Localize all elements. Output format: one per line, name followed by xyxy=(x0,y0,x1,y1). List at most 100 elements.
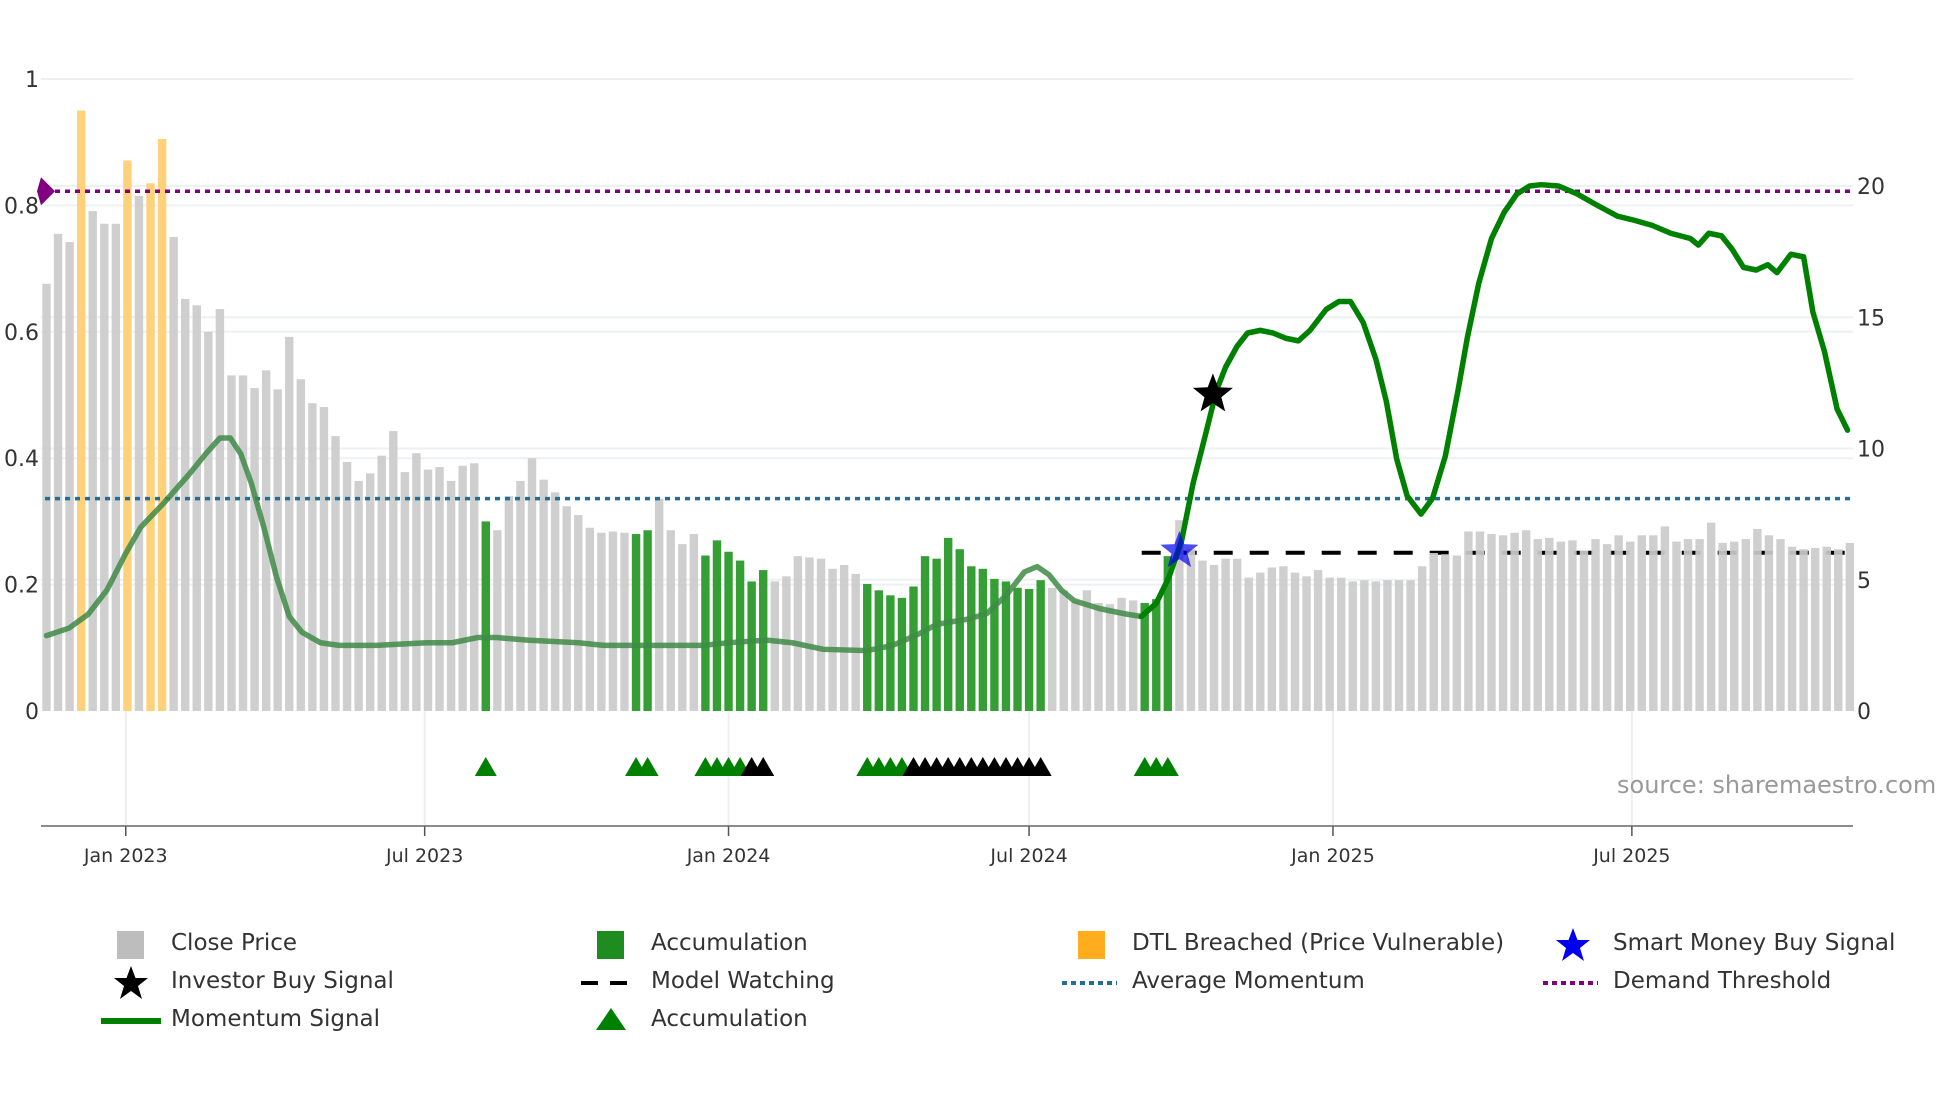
x-tick-label: Jul 2025 xyxy=(1592,845,1670,867)
close-price-bar xyxy=(458,465,467,711)
close-price-bar xyxy=(53,233,63,711)
close-price-bar xyxy=(1186,549,1196,711)
close-price-bar xyxy=(273,389,282,711)
close-price-bar xyxy=(1741,539,1751,711)
accumulation-bar xyxy=(886,595,895,711)
close-price-bar xyxy=(319,407,329,711)
close-price-bar xyxy=(851,573,860,711)
close-price-bar xyxy=(1232,558,1242,711)
dtl-breached-bar xyxy=(146,183,155,711)
close-price-bar xyxy=(192,305,201,711)
close-price-bar xyxy=(1452,555,1462,711)
x-tick-label: Jan 2025 xyxy=(1290,845,1375,867)
dtl-breached-bar xyxy=(123,160,132,711)
accumulation-bar xyxy=(897,597,907,711)
accumulation-bar xyxy=(631,534,641,711)
close-price-bar xyxy=(435,467,444,711)
close-price-bar xyxy=(1071,600,1080,711)
close-price-bar xyxy=(1776,539,1785,711)
close-price-bar xyxy=(1094,602,1103,711)
close-price-bar xyxy=(527,458,537,711)
close-price-bar xyxy=(285,336,294,711)
accumulation-bar xyxy=(990,578,999,711)
close-price-bar xyxy=(331,436,340,711)
x-tick-label: Jul 2023 xyxy=(385,845,463,867)
close-price-bar xyxy=(1706,522,1716,711)
close-price-bar xyxy=(1556,541,1566,711)
close-price-bar xyxy=(816,558,826,711)
right-axis-tick-label: 20 xyxy=(1857,175,1885,200)
demand-threshold-marker xyxy=(37,177,55,206)
close-price-bar xyxy=(1498,535,1508,711)
close-price-bar xyxy=(1105,604,1115,711)
right-axis-tick-label: 0 xyxy=(1857,700,1871,725)
close-price-bar xyxy=(354,480,363,711)
close-price-bar xyxy=(1244,577,1253,711)
close-price-bar xyxy=(1660,526,1670,711)
close-price-bar xyxy=(516,480,525,711)
close-price-bar xyxy=(1371,581,1381,711)
close-price-bar xyxy=(1279,566,1288,711)
accumulation-bar xyxy=(1013,587,1022,711)
close-price-bar xyxy=(308,403,317,711)
close-price-bar xyxy=(400,472,410,711)
close-price-bar xyxy=(1799,549,1808,711)
close-price-bar xyxy=(134,195,144,712)
accumulation-bar xyxy=(643,530,652,711)
accumulation-bar xyxy=(955,549,964,711)
close-price-bar xyxy=(550,492,560,711)
close-price-bar xyxy=(805,557,814,711)
close-price-bar xyxy=(1695,539,1704,711)
close-price-bar xyxy=(1568,540,1577,711)
close-price-bar xyxy=(1221,558,1230,711)
close-price-bar xyxy=(770,581,779,711)
close-price-bar xyxy=(389,431,398,711)
signal-chart: Jan 2023 Jul 2023 Jan 2024 Jul 2024 Jan 2025… xyxy=(4,68,1885,867)
close-price-bar xyxy=(227,375,236,711)
close-price-bar xyxy=(504,496,514,711)
close-price-bar xyxy=(1360,580,1369,711)
close-price-bar xyxy=(1533,539,1542,711)
accumulation-bar xyxy=(978,568,988,711)
right-axis-tick-label: 15 xyxy=(1857,306,1885,331)
close-price-bar xyxy=(1787,546,1797,711)
x-tick-label: Jul 2024 xyxy=(989,845,1067,867)
close-price-bar xyxy=(574,515,583,711)
close-price-bar xyxy=(365,473,375,711)
close-price-bar xyxy=(597,532,606,711)
close-price-bar xyxy=(539,479,548,711)
close-price-bar xyxy=(1510,532,1519,711)
close-price-bar xyxy=(1521,530,1531,711)
x-tick-label: Jan 2023 xyxy=(83,845,168,867)
close-price-bar xyxy=(1313,570,1323,711)
close-price-bar xyxy=(423,469,433,711)
close-price-bar xyxy=(215,309,225,711)
close-price-bar xyxy=(585,527,595,711)
close-price-bar xyxy=(1417,566,1427,711)
close-price-bar xyxy=(204,331,213,711)
close-price-bar xyxy=(1429,553,1438,711)
close-price-bar xyxy=(181,298,190,711)
close-price-bar xyxy=(1337,577,1346,711)
left-axis-tick-label: 1 xyxy=(25,68,39,93)
accumulation-bar xyxy=(1152,599,1161,711)
close-price-bar xyxy=(377,455,386,711)
close-price-bar xyxy=(169,237,178,711)
close-price-bar xyxy=(493,530,502,711)
x-tick-label: Jan 2024 xyxy=(686,845,771,867)
close-price-bar xyxy=(1637,535,1646,711)
left-axis-tick-label: 0.2 xyxy=(4,574,39,599)
close-price-bar xyxy=(1845,542,1855,711)
close-price-bar xyxy=(111,223,121,711)
close-price-bar xyxy=(1441,554,1450,711)
close-price-bar xyxy=(839,565,849,711)
close-price-bar xyxy=(1256,572,1265,711)
accumulation-bar xyxy=(1036,580,1045,711)
close-price-bar xyxy=(678,544,687,711)
close-price-bar xyxy=(250,388,259,711)
close-price-bar xyxy=(608,531,618,711)
close-price-bar xyxy=(1579,550,1589,711)
close-price-bar xyxy=(65,242,74,711)
right-axis-tick-label: 10 xyxy=(1857,438,1885,463)
accumulation-bar xyxy=(712,540,722,711)
